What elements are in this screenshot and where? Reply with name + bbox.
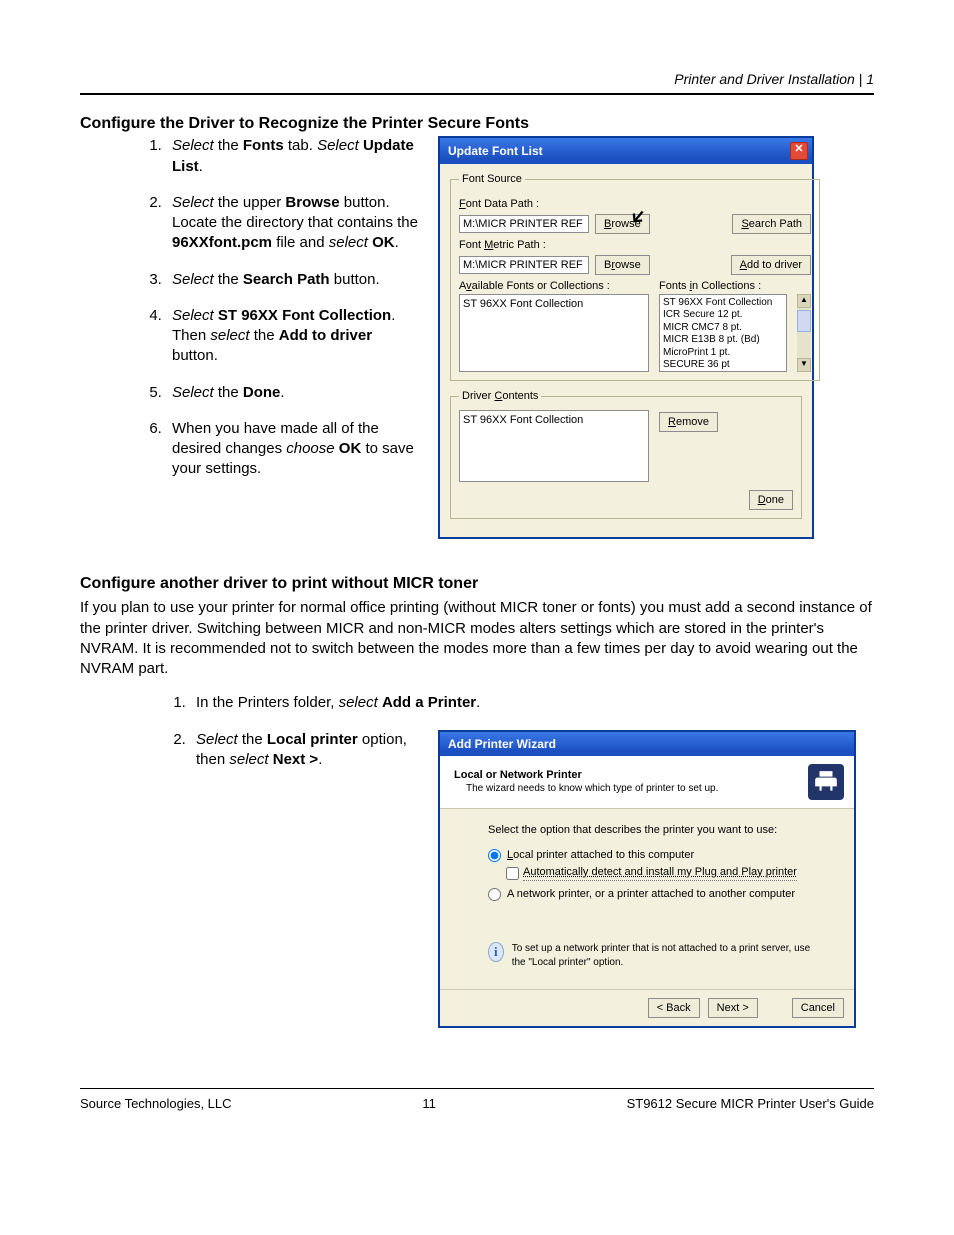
step-3: Select the Search Path button. bbox=[166, 270, 420, 290]
checkbox-autodetect[interactable] bbox=[506, 867, 519, 880]
auto-detect-checkbox[interactable]: Automatically detect and install my Plug… bbox=[506, 865, 826, 881]
step-1: Select the Fonts tab. Select Update List… bbox=[166, 136, 420, 177]
header-rule bbox=[80, 93, 874, 95]
next-button[interactable]: Next > bbox=[708, 998, 758, 1018]
footer-left: Source Technologies, LLC bbox=[80, 1095, 232, 1113]
info-icon: i bbox=[488, 942, 504, 962]
close-icon[interactable]: ✕ bbox=[790, 142, 808, 160]
list-item[interactable]: MicroPrint 1 pt. bbox=[663, 347, 783, 360]
radio-local[interactable] bbox=[488, 849, 501, 862]
update-font-list-dialog: Update Font List ✕ Font Source Font Data… bbox=[438, 136, 814, 538]
available-fonts-listbox[interactable]: ST 96XX Font Collection bbox=[459, 294, 649, 372]
list-item[interactable]: ICR Secure 12 pt. bbox=[663, 309, 783, 322]
footer-page-number: 11 bbox=[422, 1095, 436, 1113]
wizard-info-text: To set up a network printer that is not … bbox=[512, 942, 826, 969]
scroll-up-icon[interactable]: ▲ bbox=[797, 294, 811, 308]
driver-contents-group: Driver Contents ST 96XX Font Collection … bbox=[450, 389, 802, 519]
step-6: When you have made all of the desired ch… bbox=[166, 419, 420, 480]
printer-icon bbox=[808, 764, 844, 800]
scroll-thumb[interactable] bbox=[797, 310, 811, 332]
font-source-legend: Font Source bbox=[459, 172, 525, 187]
font-source-group: Font Source Font Data Path : Browse Sear… bbox=[450, 172, 820, 380]
dialog2-titlebar[interactable]: Add Printer Wizard bbox=[440, 732, 854, 756]
list-item[interactable]: ST 96XX Font Collection bbox=[663, 297, 783, 310]
font-metric-path-input[interactable] bbox=[459, 256, 589, 274]
list-item[interactable]: ST 96XX Font Collection bbox=[463, 297, 645, 312]
page-header-right: Printer and Driver Installation | 1 bbox=[80, 70, 874, 93]
radio-local-label: Local printer attached to this computer bbox=[507, 848, 694, 863]
scrollbar[interactable]: ▲ ▼ bbox=[797, 294, 811, 372]
radio-network-label: A network printer, or a printer attached… bbox=[507, 887, 795, 902]
dialog1-titlebar[interactable]: Update Font List ✕ bbox=[440, 138, 812, 164]
list-item[interactable]: SECURE 36 pt bbox=[663, 359, 783, 372]
footer-right: ST9612 Secure MICR Printer User's Guide bbox=[627, 1095, 874, 1113]
step-2: Select the upper Browse button. Locate t… bbox=[166, 193, 420, 254]
sec2-step-1: In the Printers folder, select Add a Pri… bbox=[190, 693, 874, 713]
wizard-prompt: Select the option that describes the pri… bbox=[488, 823, 826, 838]
available-fonts-label: Available Fonts or Collections : bbox=[459, 279, 649, 294]
browse-button-2[interactable]: Browse bbox=[595, 255, 650, 275]
section1-title: Configure the Driver to Recognize the Pr… bbox=[80, 113, 874, 135]
add-to-driver-button[interactable]: Add to driver bbox=[731, 255, 811, 275]
font-metric-path-label: Font Metric Path : bbox=[459, 238, 811, 253]
wizard-head-subtitle: The wizard needs to know which type of p… bbox=[466, 782, 798, 796]
wizard-head-title: Local or Network Printer bbox=[454, 768, 798, 783]
network-printer-radio[interactable]: A network printer, or a printer attached… bbox=[488, 887, 826, 902]
back-button[interactable]: < Back bbox=[648, 998, 700, 1018]
local-printer-radio[interactable]: Local printer attached to this computer bbox=[488, 848, 826, 863]
search-path-button[interactable]: Search Path bbox=[732, 214, 811, 234]
driver-contents-legend: Driver Contents bbox=[459, 389, 541, 404]
remove-button[interactable]: Remove bbox=[659, 412, 718, 432]
sec2-step-2: Select the Local printer option, then se… bbox=[190, 730, 420, 771]
list-item[interactable]: MICR CMC7 8 pt. bbox=[663, 322, 783, 335]
radio-network[interactable] bbox=[488, 888, 501, 901]
section2-body: If you plan to use your printer for norm… bbox=[80, 598, 874, 679]
add-printer-wizard-dialog: Add Printer Wizard Local or Network Prin… bbox=[438, 730, 856, 1028]
scroll-down-icon[interactable]: ▼ bbox=[797, 358, 811, 372]
list-item[interactable]: ST 96XX Font Collection bbox=[463, 413, 645, 428]
dialog2-title: Add Printer Wizard bbox=[448, 736, 556, 752]
checkbox-autodetect-label: Automatically detect and install my Plug… bbox=[523, 865, 797, 881]
done-button[interactable]: Done bbox=[749, 490, 793, 510]
step-5: Select the Done. bbox=[166, 383, 420, 403]
step-4: Select ST 96XX Font Collection. Then sel… bbox=[166, 306, 420, 367]
list-item[interactable]: MICR E13B 8 pt. (Bd) bbox=[663, 334, 783, 347]
fonts-in-collections-label: Fonts in Collections : bbox=[659, 279, 761, 294]
font-data-path-input[interactable] bbox=[459, 215, 589, 233]
fonts-in-collections-listbox[interactable]: ST 96XX Font Collection ICR Secure 12 pt… bbox=[659, 294, 787, 372]
section2-title: Configure another driver to print withou… bbox=[80, 573, 874, 595]
dialog1-title: Update Font List bbox=[448, 143, 543, 159]
section1-steps: Select the Fonts tab. Select Update List… bbox=[166, 136, 420, 479]
cancel-button[interactable]: Cancel bbox=[792, 998, 844, 1018]
driver-contents-listbox[interactable]: ST 96XX Font Collection bbox=[459, 410, 649, 482]
